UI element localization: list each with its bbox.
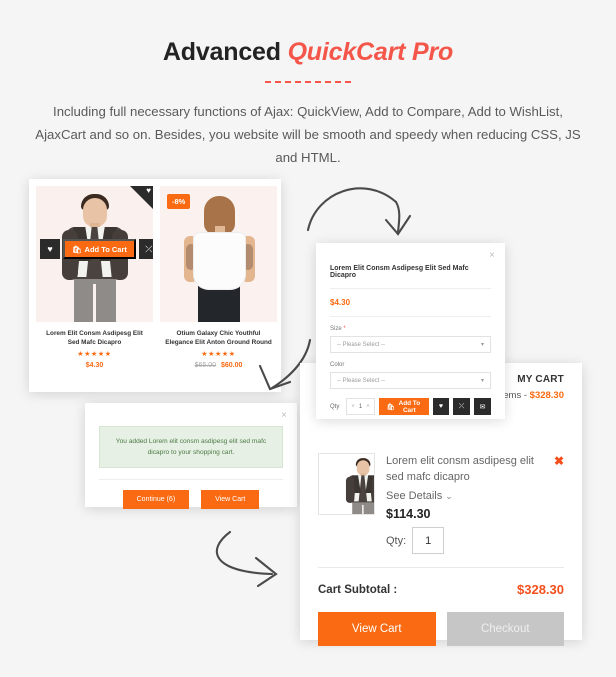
color-select-value: -- Please Select -- xyxy=(337,377,386,384)
envelope-icon: ✉ xyxy=(479,403,486,411)
continue-shopping-button[interactable]: Continue (6) xyxy=(122,490,190,509)
cart-item-name[interactable]: Lorem elit consm asdipesg elit sed mafc … xyxy=(386,453,564,485)
cart-subtotal-label: Cart Subtotal : xyxy=(318,583,398,596)
product-image-1[interactable]: ♥ ♥ 🛍 Add To Cart ⤫ xyxy=(36,186,153,322)
color-field: Color -- Please Select -- ▾ xyxy=(330,362,491,389)
add-to-cart-button-1[interactable]: 🛍 Add To Cart xyxy=(63,239,136,259)
view-cart-button[interactable]: View Cart xyxy=(318,612,436,646)
quickview-product-title: Lorem Elit Consm Asdipesg Elit Sed Mafc … xyxy=(330,265,469,279)
wishlist-button-1[interactable]: ♥ xyxy=(40,239,60,259)
quickview-actions: Qty ˅ 1 ˄ 🛍 Add To Cart ♥ ⤫ ✉ xyxy=(330,398,491,415)
page-subtitle: Including full necessary functions of Aj… xyxy=(35,104,581,165)
ajaxcart-notification-panel: × You added Lorem elit consm asdipesg el… xyxy=(85,403,297,509)
quickview-price: $4.30 xyxy=(330,298,351,307)
ajaxcart-actions: Continue (6) View Cart xyxy=(99,490,283,509)
add-to-cart-label: Add To Cart xyxy=(84,244,127,254)
qty-input[interactable] xyxy=(412,527,445,554)
cart-subtotal-value: $328.30 xyxy=(517,582,564,597)
size-label: Size * xyxy=(330,326,491,332)
product-old-price-2: $65.00 xyxy=(194,362,217,369)
heart-icon: ♥ xyxy=(438,403,443,410)
email-button[interactable]: ✉ xyxy=(474,398,491,415)
arrow-products-to-quickview xyxy=(306,187,412,236)
divider xyxy=(330,316,491,317)
chevron-down-icon: ▾ xyxy=(480,378,484,384)
chevron-down-icon: ▾ xyxy=(480,342,484,348)
close-icon[interactable]: × xyxy=(281,410,287,421)
product-hover-actions-1[interactable]: ♥ 🛍 Add To Cart ⤫ xyxy=(40,239,153,259)
divider xyxy=(318,567,564,568)
shopping-bag-icon: 🛍 xyxy=(386,403,395,411)
product-grid-panel: ♥ ♥ 🛍 Add To Cart ⤫ Lorem Elit Consm Asd… xyxy=(29,179,281,392)
product-title-1[interactable]: Lorem Elit Consm Asdipesg Elit Sed Mafc … xyxy=(36,329,153,347)
shopping-bag-icon: 🛍 xyxy=(72,244,82,254)
wishlist-button[interactable]: ♥ xyxy=(432,398,449,415)
compare-button[interactable]: ⤫ xyxy=(453,398,470,415)
ajaxcart-message: You added Lorem elit consm asdipesg elit… xyxy=(99,426,283,468)
arrow-ajaxcart-to-minicart xyxy=(215,530,278,588)
size-field: Size * -- Please Select -- ▾ xyxy=(330,326,491,353)
size-select[interactable]: -- Please Select -- ▾ xyxy=(330,336,491,353)
cart-actions: View Cart Checkout xyxy=(318,612,564,646)
page-title-main: Advanced xyxy=(162,38,288,66)
discount-badge-2: -8% xyxy=(167,194,191,209)
mini-cart-items-amount: $328.30 xyxy=(529,390,564,401)
product-card-1[interactable]: ♥ ♥ 🛍 Add To Cart ⤫ Lorem Elit Consm Asd… xyxy=(36,186,153,385)
size-select-value: -- Please Select -- xyxy=(337,341,386,348)
qty-value: 1 xyxy=(358,403,363,410)
checkout-button[interactable]: Checkout xyxy=(446,612,564,646)
add-to-cart-label: Add To Cart xyxy=(398,399,421,414)
see-details-label: See Details xyxy=(386,490,443,502)
product-price-2: $60.00 xyxy=(220,362,243,369)
heart-icon: ♥ xyxy=(47,244,53,254)
page-title-accent: QuickCart Pro xyxy=(287,38,454,66)
cart-item-price: $114.30 xyxy=(386,507,431,521)
page-title: Advanced QuickCart Pro xyxy=(0,38,616,67)
cart-item-qty-row: Qty: xyxy=(386,527,564,554)
product-title-2[interactable]: Otium Galaxy Chic Youthful Elegance Elit… xyxy=(160,329,277,347)
stepper-up-icon[interactable]: ˄ xyxy=(366,404,370,410)
product-photo-jacket-man xyxy=(332,454,374,514)
compare-icon: ⤫ xyxy=(145,243,153,254)
cart-line-item: Lorem elit consm asdipesg elit sed mafc … xyxy=(318,453,564,554)
qty-stepper[interactable]: ˅ 1 ˄ xyxy=(346,398,375,415)
product-card-2[interactable]: -8% Otium Galaxy Chic Youthful Elegance … xyxy=(160,186,277,385)
product-price-row-1: $4.30 xyxy=(36,362,153,369)
heart-icon[interactable]: ♥ xyxy=(146,187,151,195)
page-header: Advanced QuickCart Pro Including full ne… xyxy=(0,0,616,169)
product-rating-1: ★★★★★ xyxy=(77,351,112,358)
cart-subtotal-row: Cart Subtotal : $328.30 xyxy=(318,582,564,597)
add-to-cart-button[interactable]: 🛍 Add To Cart xyxy=(378,398,429,415)
required-marker: * xyxy=(343,326,346,332)
compare-icon: ⤫ xyxy=(458,402,465,410)
divider xyxy=(330,288,491,289)
product-price-row-2: $65.00 $60.00 xyxy=(160,362,277,369)
product-rating-2: ★★★★★ xyxy=(201,351,236,358)
title-divider xyxy=(265,81,351,83)
view-cart-button[interactable]: View Cart xyxy=(201,490,260,509)
product-image-2[interactable]: -8% xyxy=(160,186,277,322)
cart-item-thumbnail[interactable] xyxy=(318,453,375,515)
remove-item-icon[interactable]: ✖ xyxy=(554,455,564,467)
chevron-down-icon: ⌄ xyxy=(445,491,453,501)
qty-label: Qty xyxy=(330,403,340,410)
divider xyxy=(99,479,283,480)
color-label: Color xyxy=(330,362,345,368)
quickview-modal: × Lorem Elit Consm Asdipesg Elit Sed Maf… xyxy=(316,243,505,419)
see-details-toggle[interactable]: See Details ⌄ xyxy=(386,490,564,502)
color-select[interactable]: -- Please Select -- ▾ xyxy=(330,372,491,389)
qty-label: Qty: xyxy=(386,534,407,547)
product-price-1: $4.30 xyxy=(85,362,104,369)
stepper-down-icon[interactable]: ˅ xyxy=(351,404,355,410)
compare-button-1[interactable]: ⤫ xyxy=(138,239,153,259)
close-icon[interactable]: × xyxy=(489,250,495,261)
size-label-text: Size xyxy=(330,326,342,332)
